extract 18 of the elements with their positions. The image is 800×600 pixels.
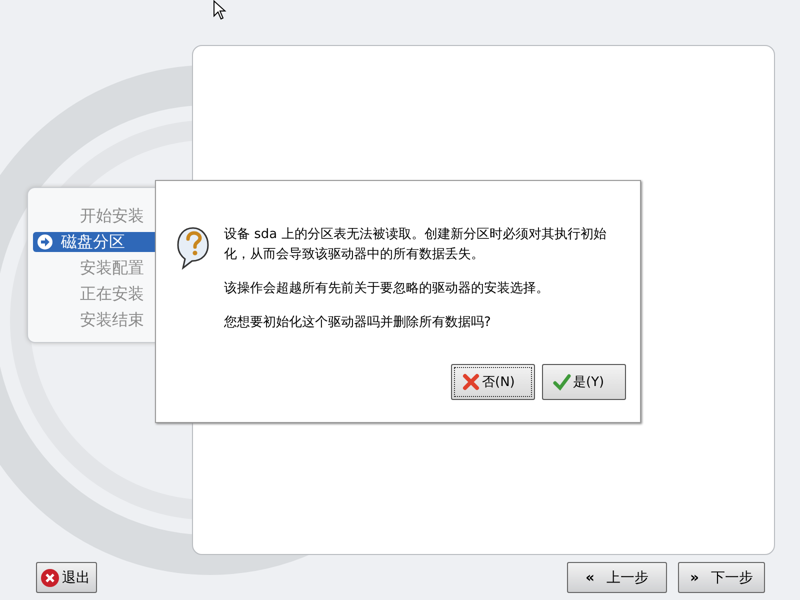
check-icon bbox=[553, 373, 571, 391]
dialog-message: 该操作会超越所有先前关于要忽略的驱动器的安装选择。 bbox=[224, 280, 550, 298]
step-item: 安装结束 bbox=[79, 310, 145, 330]
step-item: 安装配置 bbox=[79, 258, 145, 278]
next-button[interactable]: » 下一步 bbox=[678, 562, 765, 593]
step-item: 开始安装 bbox=[79, 206, 145, 226]
cross-icon bbox=[462, 373, 480, 391]
mouse-cursor-icon bbox=[213, 0, 227, 20]
yes-button[interactable]: 是(Y) bbox=[542, 364, 626, 400]
arrow-circle-icon bbox=[37, 234, 53, 250]
dialog-message: 您想要初始化这个驱动器吗并删除所有数据吗? bbox=[224, 314, 492, 332]
back-button[interactable]: « 上一步 bbox=[567, 562, 667, 593]
step-item: 正在安装 bbox=[79, 284, 145, 304]
dialog-message: 设备 sda 上的分区表无法被读取。创建新分区时必须对其执行初始化，从而会导致该驱动器中的所有数据丢失。 bbox=[224, 226, 608, 264]
close-icon bbox=[40, 568, 60, 588]
no-button[interactable]: 否(N) bbox=[451, 364, 535, 400]
quit-button[interactable]: 退出 bbox=[36, 562, 97, 593]
question-bubble-icon bbox=[176, 225, 210, 271]
